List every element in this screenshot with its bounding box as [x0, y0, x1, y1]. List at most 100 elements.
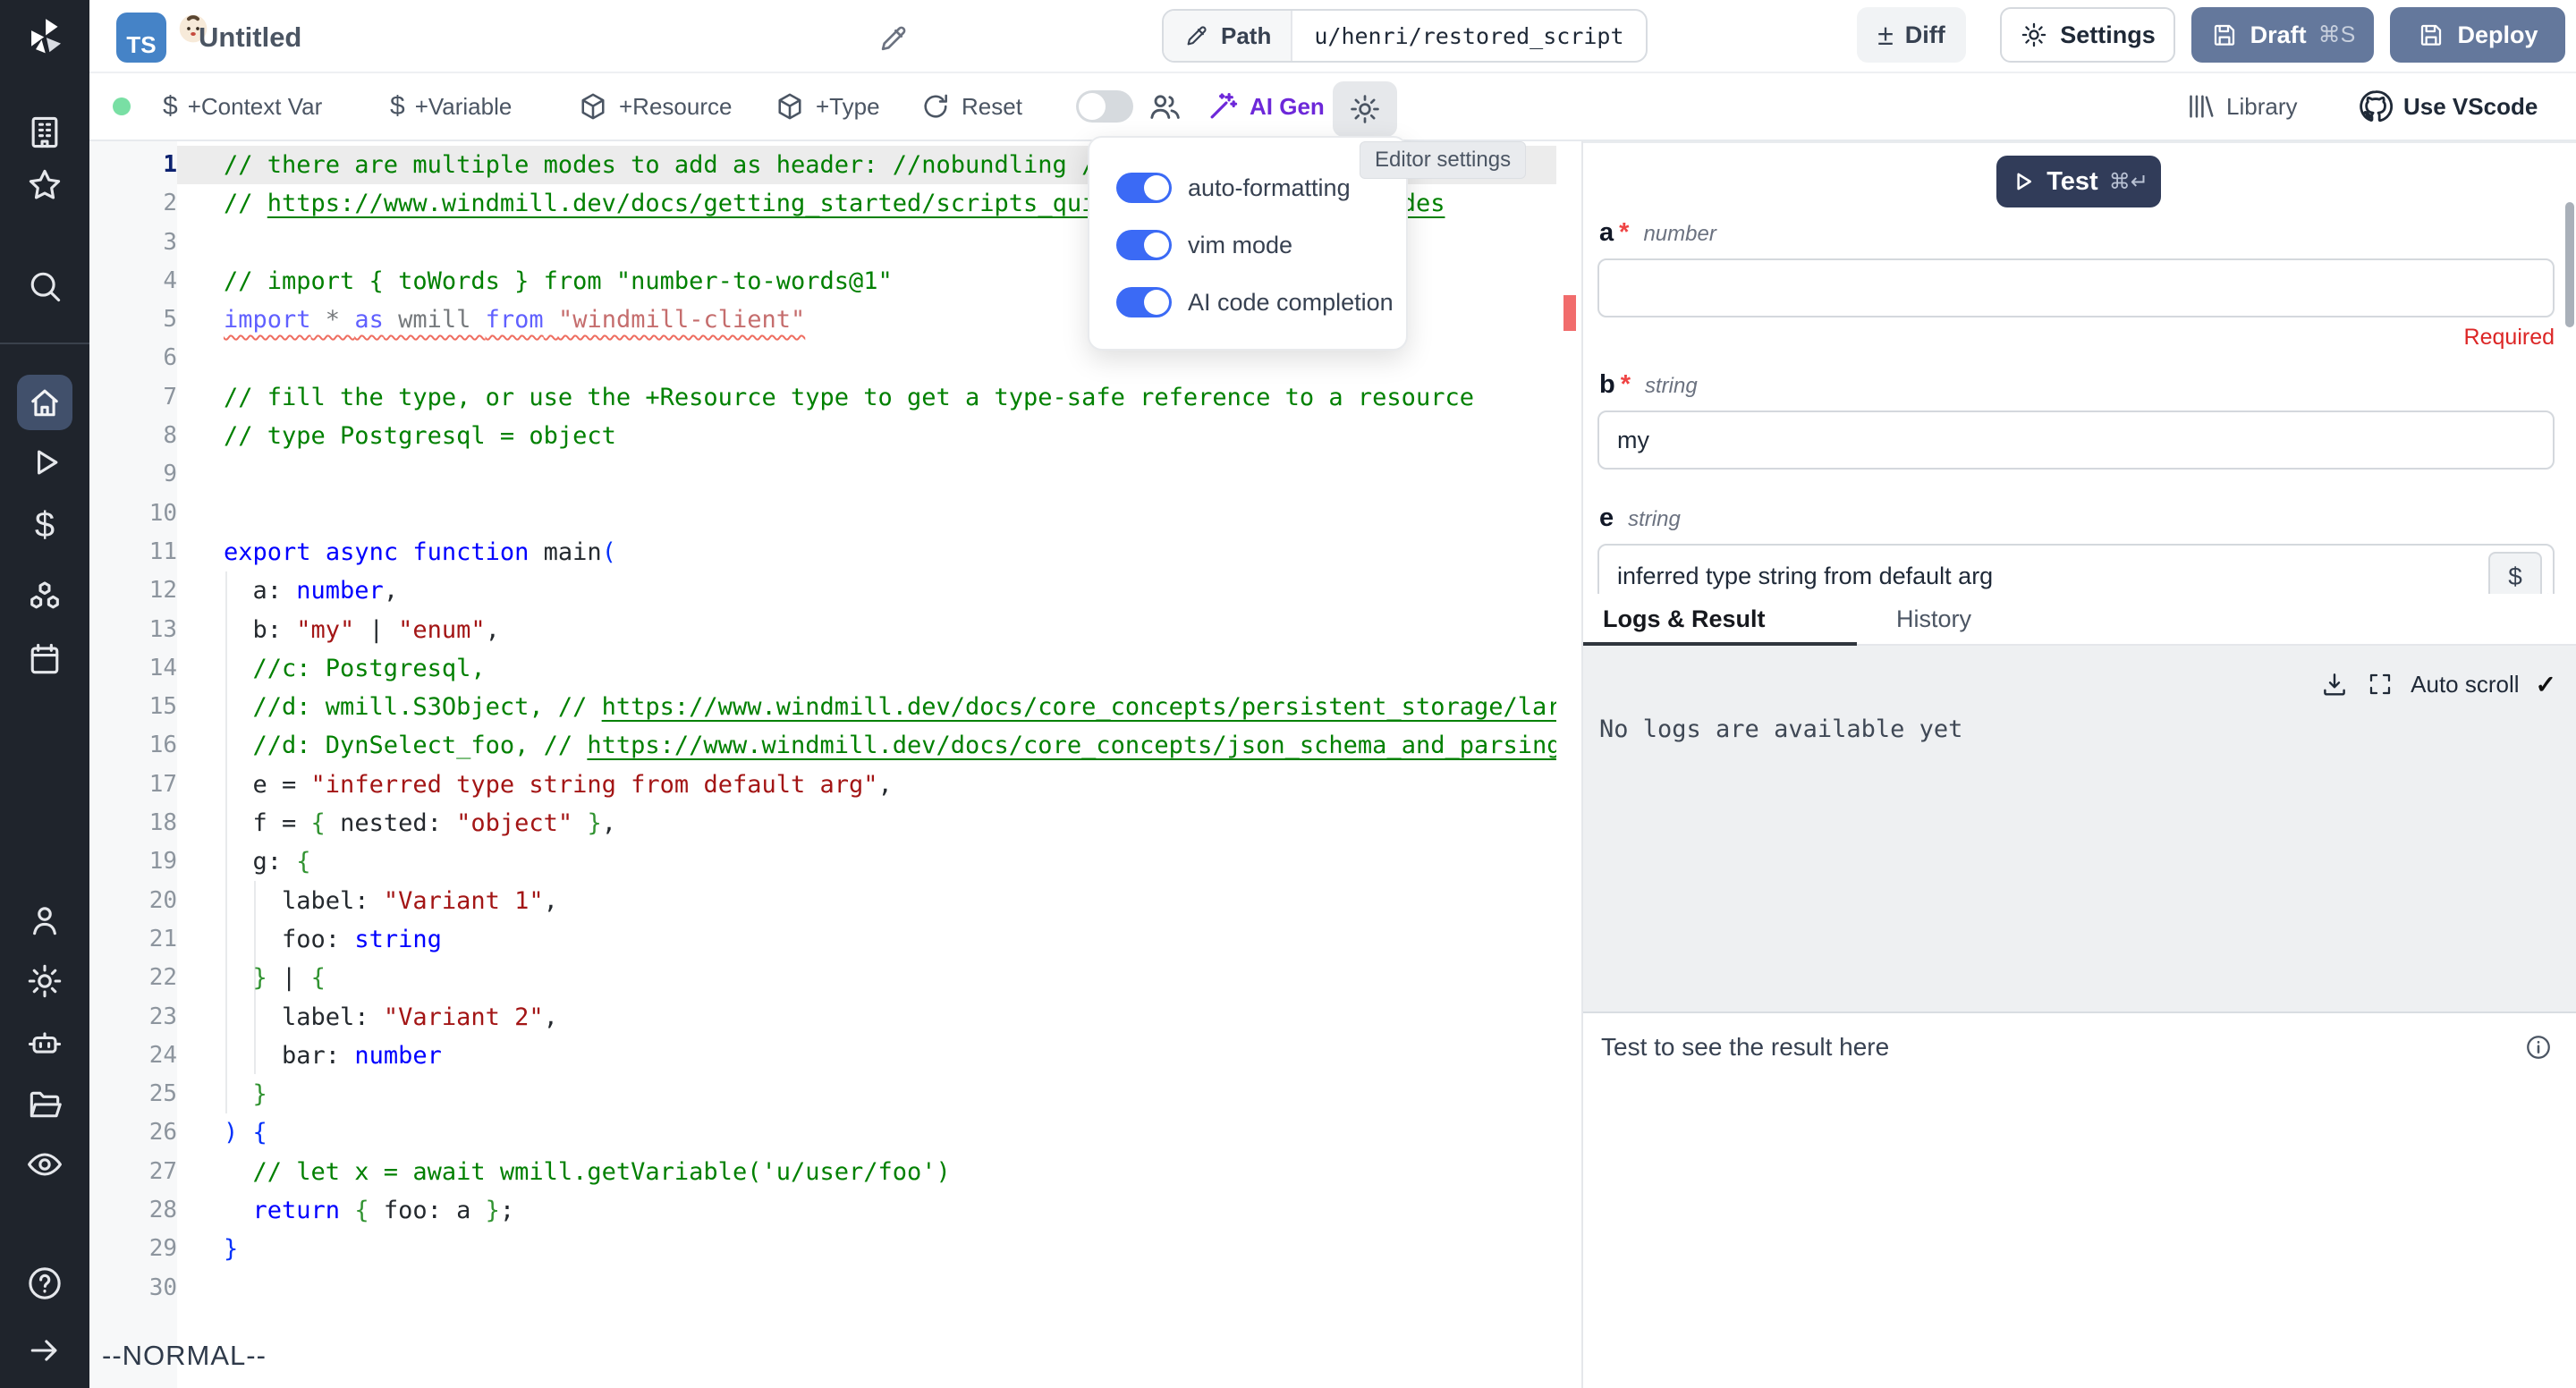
required-hint: Required	[1583, 325, 2555, 351]
expand-logs-icon[interactable]	[2366, 670, 2394, 698]
code-line[interactable]: 16 //d: DynSelect_foo, // https://www.wi…	[89, 726, 1556, 765]
settings-gear-icon[interactable]	[0, 961, 89, 1001]
reset-button[interactable]: Reset	[919, 73, 1022, 140]
toggle-label: AI code completion	[1188, 289, 1394, 317]
field-input-e[interactable]: inferred type string from default arg $	[1597, 544, 2555, 594]
workspace-icon[interactable]	[0, 113, 89, 152]
runs-play-icon[interactable]	[0, 443, 89, 482]
schedules-calendar-icon[interactable]	[0, 639, 89, 679]
use-vscode-button[interactable]: Use VScode	[2358, 73, 2538, 140]
help-icon[interactable]	[0, 1264, 89, 1303]
args-form: a* number Required b* string e string in…	[1583, 218, 2576, 594]
add-variable-button[interactable]: $ +Variable	[390, 73, 512, 140]
code-line[interactable]: 7// fill the type, or use the +Resource …	[89, 378, 1556, 417]
line-number: 26	[89, 1113, 177, 1152]
toggle-off-switch	[1076, 90, 1133, 123]
sidebar-divider	[0, 343, 89, 344]
library-button[interactable]: Library	[2184, 73, 2297, 140]
auto-scroll-checkbox[interactable]: ✓	[2536, 670, 2556, 699]
info-icon[interactable]	[2524, 1033, 2553, 1062]
diff-button[interactable]: ± Diff	[1857, 7, 1966, 63]
line-number: 28	[89, 1191, 177, 1230]
download-logs-icon[interactable]	[2319, 669, 2350, 699]
code-line[interactable]: 13 b: "my" | "enum",	[89, 611, 1556, 649]
code-line[interactable]: 25 }	[89, 1075, 1556, 1113]
package-icon	[577, 90, 609, 123]
play-icon	[2009, 168, 2036, 195]
tab-logs-result[interactable]: Logs & Result	[1603, 594, 1766, 644]
code-line[interactable]: 17 e = "inferred type string from defaul…	[89, 766, 1556, 804]
github-icon	[2358, 89, 2394, 124]
test-button[interactable]: Test ⌘↵	[1996, 156, 2161, 207]
tab-history[interactable]: History	[1896, 594, 1971, 644]
typescript-badge: TS	[116, 13, 166, 63]
code-line[interactable]: 27 // let x = await wmill.getVariable('u…	[89, 1153, 1556, 1191]
logs-pane: Auto scroll ✓ No logs are available yet	[1583, 646, 2576, 1011]
variables-dollar-icon[interactable]: $	[0, 505, 89, 546]
gear-icon	[2020, 21, 2048, 49]
expand-sidebar-arrow-icon[interactable]	[0, 1331, 89, 1370]
line-number: 12	[89, 571, 177, 610]
resize-handle[interactable]	[2533, 587, 2551, 594]
line-number: 21	[89, 920, 177, 959]
toggle-switch[interactable]	[1116, 173, 1172, 203]
code-line[interactable]: 15 //d: wmill.S3Object, // https://www.w…	[89, 688, 1556, 726]
ai-gen-button[interactable]: AI Gen	[1206, 73, 1325, 140]
code-line[interactable]: 8// type Postgresql = object	[89, 417, 1556, 455]
code-line[interactable]: 10	[89, 495, 1556, 533]
add-type-button[interactable]: +Type	[774, 73, 880, 140]
code-line[interactable]: 11export async function main(	[89, 533, 1556, 571]
audit-eye-icon[interactable]	[0, 1145, 89, 1184]
code-line[interactable]: 14 //c: Postgresql,	[89, 649, 1556, 688]
windmill-script-editor: $ TS	[0, 0, 2576, 1388]
save-icon	[2210, 21, 2239, 49]
field-input-b[interactable]	[1597, 410, 2555, 470]
code-line[interactable]: 30	[89, 1269, 1556, 1308]
line-number: 6	[89, 339, 177, 377]
reset-icon	[919, 90, 952, 123]
ai-robot-icon[interactable]	[0, 1023, 89, 1062]
code-line[interactable]: 19 g: {	[89, 842, 1556, 881]
field-label-a: a* number	[1599, 218, 2576, 248]
path-field[interactable]: Path u/henri/restored_script	[1162, 9, 1648, 63]
folders-icon[interactable]	[0, 1084, 89, 1123]
code-line[interactable]: 12 a: number,	[89, 571, 1556, 610]
favorites-star-icon[interactable]	[0, 165, 89, 205]
windmill-logo-icon[interactable]	[0, 16, 89, 57]
line-number: 14	[89, 649, 177, 688]
edit-title-pencil-icon[interactable]	[877, 21, 911, 55]
multiplayer-toggle[interactable]	[1076, 73, 1133, 140]
toggle-label: auto-formatting	[1188, 174, 1351, 202]
draft-shortcut: ⌘S	[2318, 21, 2356, 48]
resources-cubes-icon[interactable]	[0, 577, 89, 616]
code-line[interactable]: 23 label: "Variant 2",	[89, 998, 1556, 1037]
code-line[interactable]: 28 return { foo: a };	[89, 1191, 1556, 1230]
add-resource-button[interactable]: +Resource	[577, 73, 732, 140]
users-person-icon[interactable]	[0, 901, 89, 940]
code-line[interactable]: 29}	[89, 1230, 1556, 1268]
code-line[interactable]: 20 label: "Variant 1",	[89, 882, 1556, 920]
code-line[interactable]: 21 foo: string	[89, 920, 1556, 959]
search-icon[interactable]	[0, 267, 89, 306]
code-line[interactable]: 24 bar: number	[89, 1037, 1556, 1075]
deploy-button[interactable]: Deploy	[2390, 7, 2565, 63]
code-line[interactable]: 22 } | {	[89, 959, 1556, 997]
settings-button[interactable]: Settings	[2000, 7, 2175, 63]
draft-button[interactable]: Draft ⌘S	[2191, 7, 2374, 63]
code-line[interactable]: 9	[89, 455, 1556, 494]
toggle-switch[interactable]	[1116, 287, 1172, 317]
path-value[interactable]: u/henri/restored_script	[1292, 23, 1645, 49]
multiplayer-users-icon[interactable]	[1147, 73, 1182, 140]
sync-status-dot	[113, 97, 131, 115]
home-icon[interactable]	[17, 375, 72, 430]
plus-minus-icon: ±	[1877, 21, 1894, 49]
add-context-var-button[interactable]: $ +Context Var	[163, 73, 322, 140]
field-input-a[interactable]	[1597, 258, 2555, 317]
code-line[interactable]: 26) {	[89, 1113, 1556, 1152]
editor-settings-tooltip: Editor settings	[1360, 141, 1526, 179]
code-line[interactable]: 18 f = { nested: "object" },	[89, 804, 1556, 842]
editor-settings-gear-button[interactable]	[1333, 73, 1397, 140]
toggle-switch[interactable]	[1116, 230, 1172, 260]
save-icon	[2417, 21, 2445, 49]
line-number: 25	[89, 1075, 177, 1113]
